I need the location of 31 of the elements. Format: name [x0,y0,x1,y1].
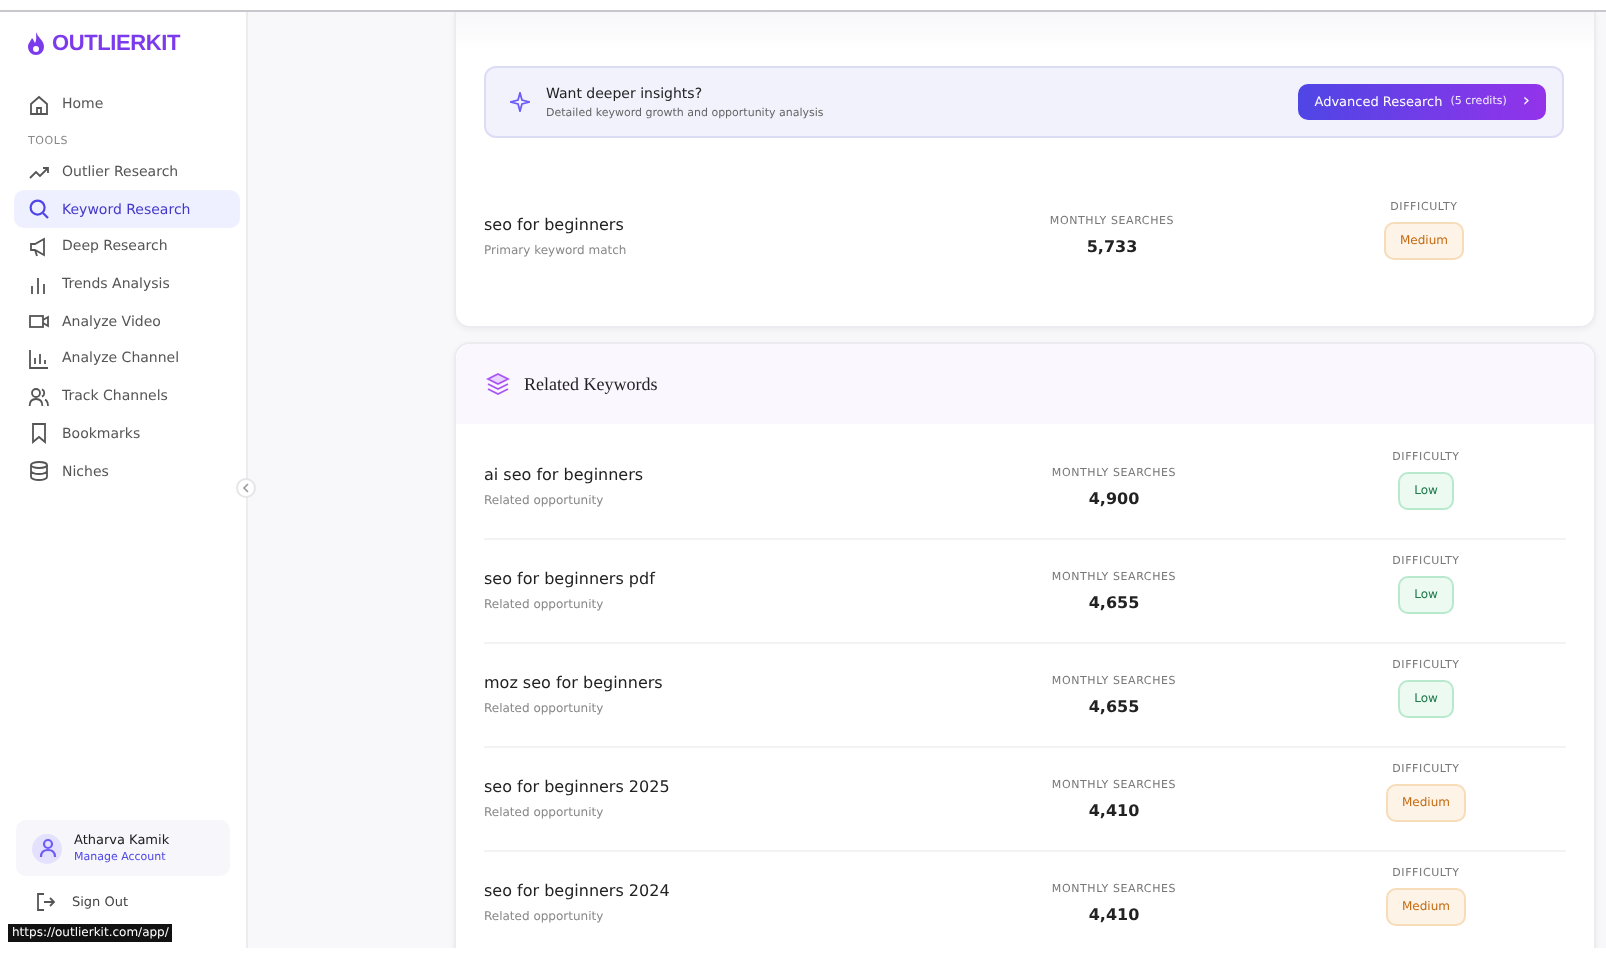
keyword-text: seo for beginners pdf [484,570,658,588]
keyword-text: moz seo for beginners [484,674,665,692]
search-volume: 4,410 [1088,905,1140,923]
keyword-text: seo for beginners [484,215,626,233]
bookmark-icon [28,422,50,445]
chevron-left-icon [240,482,252,494]
home-icon [28,93,50,116]
logo-text: OUTLIERKIT [52,32,180,56]
keyword-text: ai seo for beginners [484,466,646,484]
layers-icon [486,372,510,396]
keyword-text: seo for beginners 2025 [484,778,672,796]
keyword-text: seo for beginners 2024 [484,882,672,900]
database-icon [28,460,50,483]
bar-chart-icon [28,273,50,296]
trend-icon [28,161,50,184]
users-icon [28,385,50,408]
megaphone-icon [28,235,50,258]
sparkle-icon [510,92,530,112]
section-title: Related Keywords [524,374,658,394]
search-volume: 4,655 [1088,697,1140,715]
avatar-icon [32,833,62,863]
search-volume: 4,900 [1088,489,1140,507]
search-volume: 4,410 [1088,801,1140,819]
search-icon [28,198,50,221]
search-volume: 4,655 [1088,593,1140,611]
collapse-button[interactable] [236,478,256,498]
chart-icon [28,347,50,370]
flame-icon [26,32,46,56]
video-icon [28,310,50,333]
sign-out-icon [36,892,56,912]
search-volume: 5,733 [1086,238,1138,256]
